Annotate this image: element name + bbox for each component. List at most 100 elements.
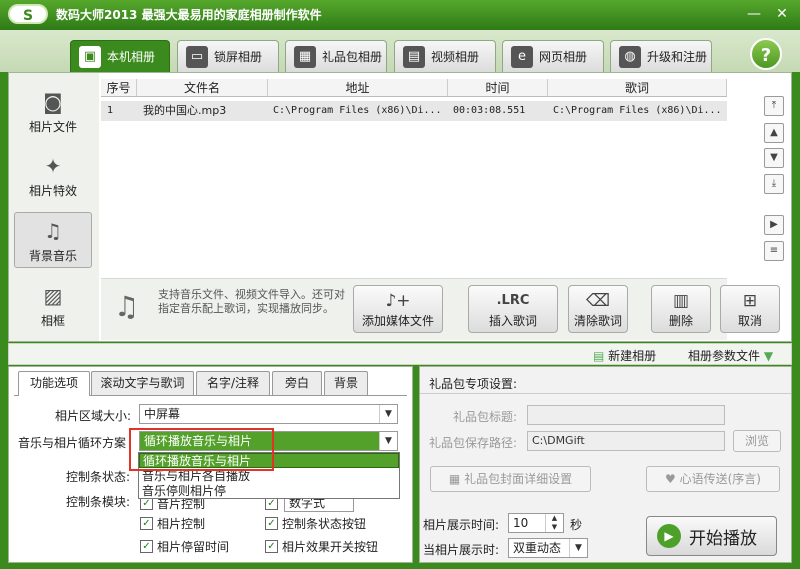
- loop-label: 音乐与相片循环方案: [18, 436, 127, 450]
- delete-button[interactable]: ▥ 删除: [651, 285, 711, 333]
- chevron-down-icon: ▼: [760, 349, 774, 363]
- new-album-button[interactable]: ▤ 新建相册: [593, 347, 656, 364]
- ie-icon: e: [511, 45, 533, 68]
- effects-icon: ✦: [44, 154, 62, 178]
- music-table: 序号 文件名 地址 时间 歌词 1 我的中国心.mp3 C:\Program F…: [101, 79, 727, 259]
- cell-filename: 我的中国心.mp3: [143, 104, 227, 117]
- spinner-arrows-icon[interactable]: ▲ ▼: [545, 514, 563, 532]
- tab-name-notes[interactable]: 名字/注释: [196, 371, 270, 395]
- gift-section-title: 礼品包专项设置:: [429, 377, 518, 391]
- album-params-button[interactable]: 相册参数文件 ▼: [688, 347, 773, 364]
- monitor-icon: ▭: [186, 45, 208, 68]
- browse-button[interactable]: 浏览: [733, 430, 781, 452]
- move-up-button[interactable]: ▲: [764, 123, 784, 143]
- control-status-btn-label: 控制条状态按钮: [282, 517, 367, 531]
- tab-lockscreen-album[interactable]: ▭ 锁屏相册: [177, 40, 279, 72]
- document-icon[interactable]: ≡: [764, 241, 784, 261]
- trash-icon: ▥: [672, 291, 690, 311]
- display-mode-label: 当相片展示时:: [423, 543, 500, 557]
- cell-lyrics: C:\Program Files (x86)\Di...: [553, 105, 722, 116]
- film-icon: ▤: [403, 45, 425, 68]
- add-media-button[interactable]: ♪+ 添加媒体文件: [353, 285, 443, 333]
- col-header-lyrics[interactable]: 歌词: [548, 79, 727, 97]
- control-status-btn-checkbox[interactable]: ✓: [265, 517, 278, 530]
- close-button[interactable]: ✕: [770, 3, 794, 25]
- gift-path-input[interactable]: C:\DMGift: [527, 431, 725, 451]
- tab-gift-album[interactable]: ▦ 礼品包相册: [285, 40, 387, 72]
- insert-lyrics-button[interactable]: .LRC 插入歌词: [468, 285, 558, 333]
- col-header-path[interactable]: 地址: [268, 79, 448, 97]
- move-bottom-button[interactable]: ⤓: [764, 174, 784, 194]
- photo-control-label: 相片控制: [157, 517, 206, 531]
- cell-index: 1: [107, 105, 114, 116]
- chevron-down-icon: ▼: [379, 432, 397, 450]
- clear-lyrics-button[interactable]: ⌫ 清除歌词: [568, 285, 628, 333]
- gift-path-label: 礼品包保存路径:: [429, 436, 518, 450]
- user-photo-icon: ▣: [79, 45, 101, 68]
- music-icon: ♫: [44, 219, 62, 243]
- photo-control-checkbox[interactable]: ✓: [140, 517, 153, 530]
- move-down-button[interactable]: ▼: [764, 148, 784, 168]
- album-strip: [8, 343, 792, 365]
- tab-background[interactable]: 背景: [324, 371, 368, 395]
- sidebar-item-music[interactable]: ♫ 背景音乐: [14, 212, 92, 268]
- control-status-label: 控制条状态:: [66, 470, 131, 484]
- tab-web-album[interactable]: e 网页相册: [502, 40, 604, 72]
- col-header-index[interactable]: 序号: [101, 79, 137, 97]
- gift-title-input[interactable]: [527, 405, 725, 425]
- effect-switch-checkbox[interactable]: ✓: [265, 540, 278, 553]
- tab-scroll-text[interactable]: 滚动文字与歌词: [91, 371, 194, 395]
- help-button[interactable]: ?: [750, 38, 782, 70]
- chevron-down-icon: ▼: [569, 539, 587, 557]
- sidebar-item-frame[interactable]: ▨ 相框: [14, 278, 92, 334]
- grid-icon: ⊞: [742, 291, 758, 311]
- display-time-label: 相片展示时间:: [423, 518, 500, 532]
- frame-icon: ▨: [43, 284, 63, 308]
- minimize-button[interactable]: —: [742, 3, 766, 25]
- move-top-button[interactable]: ⤒: [764, 96, 784, 116]
- area-size-label: 相片区域大小:: [55, 409, 132, 423]
- gift-cover-button[interactable]: ▦ 礼品包封面详细设置: [430, 466, 591, 492]
- play-preview-button[interactable]: ▶: [764, 215, 784, 235]
- heart-icon: ♥: [665, 472, 680, 486]
- col-header-time[interactable]: 时间: [448, 79, 548, 97]
- tab-upgrade[interactable]: ◍ 升级和注册: [610, 40, 712, 72]
- tab-narration[interactable]: 旁白: [272, 371, 322, 395]
- cell-path: C:\Program Files (x86)\Di...: [273, 105, 442, 116]
- photo-stay-label: 相片停留时间: [157, 540, 230, 554]
- hint-text: 支持音乐文件、视频文件导入。还可对指定音乐配上歌词，实现播放同步。: [158, 288, 345, 315]
- music-note-icon: ♫: [114, 290, 140, 323]
- cancel-button[interactable]: ⊞ 取消: [720, 285, 780, 333]
- heart-message-button[interactable]: ♥ 心语传送(序言): [646, 466, 780, 492]
- play-icon: ▶: [657, 524, 681, 548]
- app-logo: S: [8, 4, 48, 24]
- document-icon: ▤: [593, 349, 609, 363]
- camera-icon: ◙: [43, 90, 63, 114]
- display-mode-select[interactable]: 双重动态 ▼: [508, 538, 588, 558]
- chevron-down-icon: ▼: [379, 405, 397, 423]
- globe-icon: ◍: [619, 45, 641, 68]
- control-module-label: 控制条模块:: [66, 495, 131, 509]
- photo-stay-checkbox[interactable]: ✓: [140, 540, 153, 553]
- area-size-select[interactable]: 中屏幕 ▼: [139, 404, 398, 424]
- gift-title-label: 礼品包标题:: [453, 410, 518, 424]
- sidebar-item-effects[interactable]: ✦ 相片特效: [14, 148, 92, 204]
- dropdown-option[interactable]: 音乐停则相片停: [139, 484, 399, 499]
- tab-local-album[interactable]: ▣ 本机相册: [70, 40, 170, 72]
- tab-function-options[interactable]: 功能选项: [18, 371, 90, 396]
- eraser-icon: ⌫: [585, 291, 611, 311]
- start-play-button[interactable]: ▶ 开始播放: [646, 516, 777, 556]
- add-music-icon: ♪+: [385, 291, 411, 311]
- lrc-icon: .LRC: [496, 293, 530, 308]
- display-time-spinner[interactable]: 10 ▲ ▼: [508, 513, 564, 533]
- col-header-filename[interactable]: 文件名: [137, 79, 268, 97]
- cell-time: 00:03:08.551: [453, 105, 526, 116]
- seconds-unit: 秒: [570, 518, 583, 532]
- divider: [420, 393, 791, 394]
- gift-icon: ▦: [294, 45, 316, 68]
- effect-switch-label: 相片效果开关按钮: [282, 540, 379, 554]
- sidebar-item-photos[interactable]: ◙ 相片文件: [14, 84, 92, 140]
- dropdown-option[interactable]: 音乐与相片各自播放: [139, 469, 399, 484]
- tab-video-album[interactable]: ▤ 视频相册: [394, 40, 496, 72]
- window-title: 数码大师2013 最强大最易用的家庭相册制作软件: [56, 8, 322, 22]
